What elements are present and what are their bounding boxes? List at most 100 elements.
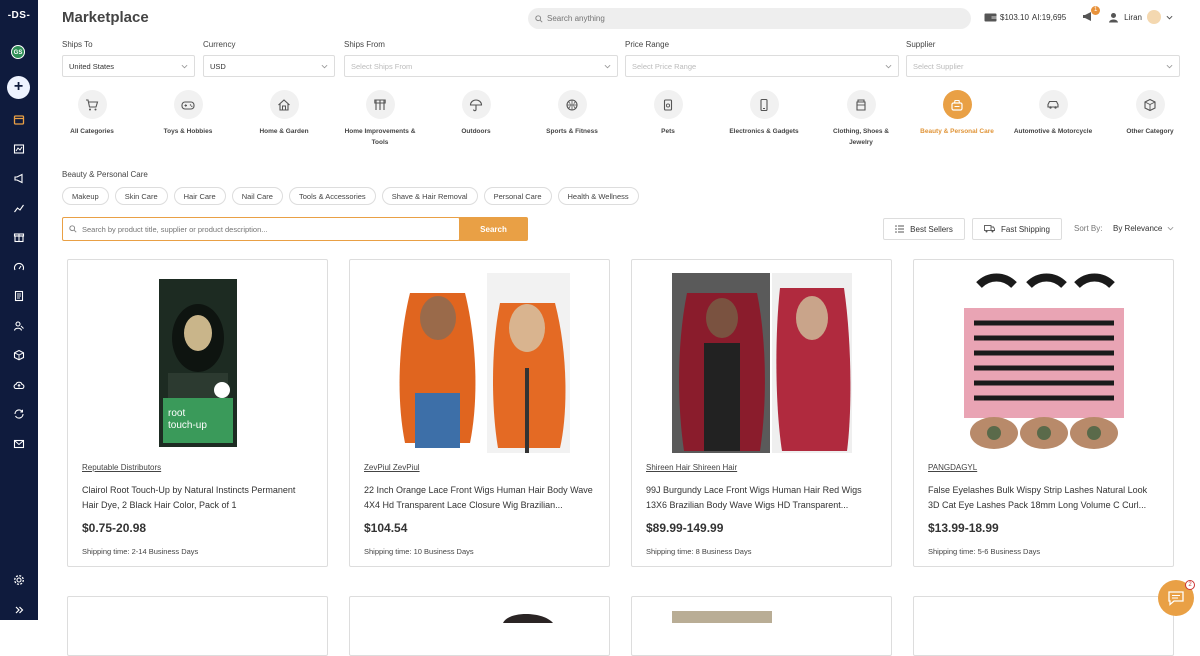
category-label: Home Improvements & Tools	[344, 128, 416, 146]
product-card[interactable]	[631, 596, 892, 656]
users-icon[interactable]	[0, 316, 38, 336]
notifications[interactable]: 1	[1082, 5, 1101, 24]
category-outdoors[interactable]: Outdoors	[436, 90, 516, 137]
product-image[interactable]	[914, 270, 1173, 455]
list-icon	[895, 225, 905, 233]
phone-icon	[749, 90, 779, 119]
megaphone-icon[interactable]	[0, 168, 38, 188]
product-card[interactable]	[349, 596, 610, 656]
product-title[interactable]: Clairol Root Touch-Up by Natural Instinc…	[82, 483, 312, 513]
category-label: Toys & Hobbies	[163, 128, 213, 135]
subcategory-heading: Beauty & Personal Care	[62, 170, 148, 179]
chip-tools-accessories[interactable]: Tools & Accessories	[288, 187, 376, 205]
category-toys-hobbies[interactable]: Toys & Hobbies	[148, 90, 228, 137]
umbrella-icon	[461, 90, 491, 119]
store-avatar[interactable]: GS	[11, 45, 25, 59]
global-search-input[interactable]	[547, 14, 947, 23]
shipping-time: Shipping time: 10 Business Days	[364, 547, 474, 556]
global-search[interactable]	[528, 8, 971, 29]
category-home-improvements[interactable]: Home Improvements & Tools	[340, 90, 420, 148]
settings-icon[interactable]	[0, 570, 38, 590]
chip-hair-care[interactable]: Hair Care	[173, 187, 226, 205]
basketball-icon	[557, 90, 587, 119]
add-button[interactable]: +	[7, 76, 30, 99]
category-pets[interactable]: Pets	[628, 90, 708, 137]
gamepad-icon	[173, 90, 203, 119]
price-range-select[interactable]: Select Price Range	[625, 55, 899, 77]
chip-personal-care[interactable]: Personal Care	[483, 187, 552, 205]
user-icon	[1109, 12, 1119, 22]
product-image[interactable]: root touch-up	[68, 270, 327, 455]
category-home-garden[interactable]: Home & Garden	[244, 90, 324, 137]
user-name: Liran	[1124, 12, 1142, 22]
product-search-input[interactable]	[82, 224, 452, 234]
header-actions: $103.10 AI:19,695 1 Liran	[984, 5, 1173, 24]
product-card[interactable]: root touch-up Reputable Distributors Cla…	[67, 259, 328, 567]
category-sports-fitness[interactable]: Sports & Fitness	[532, 90, 612, 137]
ships-to-value: United States	[69, 61, 115, 71]
product-search-button[interactable]: Search	[459, 217, 528, 241]
currency-label: Currency	[203, 40, 236, 49]
ships-from-label: Ships From	[344, 40, 385, 49]
search-icon	[535, 14, 543, 23]
sort-label: Sort By:	[1074, 224, 1103, 233]
product-image[interactable]	[632, 270, 891, 455]
app-logo[interactable]: -DS-	[0, 10, 38, 21]
analytics-icon[interactable]	[0, 198, 38, 218]
supplier-select[interactable]: Select Supplier	[906, 55, 1180, 77]
user-menu[interactable]: Liran	[1108, 10, 1173, 24]
wallet-icon	[984, 13, 997, 22]
category-clothing[interactable]: Clothing, Shoes & Jewelry	[821, 90, 901, 148]
orders-icon[interactable]	[0, 286, 38, 306]
store-icon[interactable]	[0, 110, 38, 130]
category-label: Beauty & Personal Care	[920, 128, 994, 135]
product-card[interactable]: PANGDAGYL False Eyelashes Bulk Wispy Str…	[913, 259, 1174, 567]
catalog-icon[interactable]	[0, 139, 38, 159]
cloud-upload-icon[interactable]	[0, 375, 38, 395]
wallet[interactable]: $103.10 AI:19,695	[984, 12, 1066, 22]
product-card[interactable]: ZevPiul ZevPiul 22 Inch Orange Lace Fron…	[349, 259, 610, 567]
sync-icon[interactable]	[0, 404, 38, 424]
chip-health-wellness[interactable]: Health & Wellness	[557, 187, 639, 205]
chip-skin-care[interactable]: Skin Care	[114, 187, 168, 205]
box-icon[interactable]	[0, 345, 38, 365]
speedometer-icon[interactable]	[0, 257, 38, 277]
chip-shave-hair-removal[interactable]: Shave & Hair Removal	[381, 187, 478, 205]
chip-nail-care[interactable]: Nail Care	[231, 187, 283, 205]
mail-icon[interactable]	[0, 434, 38, 454]
category-automotive[interactable]: Automotive & Motorcycle	[1013, 90, 1093, 137]
category-all[interactable]: All Categories	[52, 90, 132, 137]
expand-icon[interactable]	[0, 600, 38, 620]
product-image[interactable]	[350, 270, 609, 455]
category-other[interactable]: Other Category	[1110, 90, 1190, 137]
truck-icon	[984, 225, 995, 233]
chip-makeup[interactable]: Makeup	[62, 187, 109, 205]
chat-icon	[1168, 591, 1184, 606]
sort-select[interactable]: By Relevance	[1113, 224, 1174, 233]
supplier-link[interactable]: ZevPiul ZevPiul	[364, 463, 420, 472]
supplier-link[interactable]: Reputable Distributors	[82, 463, 161, 472]
shirt-icon	[846, 90, 876, 119]
gift-icon[interactable]	[0, 227, 38, 247]
chevron-down-icon	[181, 64, 188, 68]
product-title[interactable]: False Eyelashes Bulk Wispy Strip Lashes …	[928, 483, 1158, 513]
product-title[interactable]: 99J Burgundy Lace Front Wigs Human Hair …	[646, 483, 876, 513]
notification-badge: 1	[1091, 5, 1101, 15]
svg-text:touch-up: touch-up	[168, 420, 207, 431]
supplier-link[interactable]: Shireen Hair Shireen Hair	[646, 463, 737, 472]
fast-shipping-button[interactable]: Fast Shipping	[972, 218, 1062, 240]
category-beauty[interactable]: Beauty & Personal Care	[917, 90, 997, 137]
currency-select[interactable]: USD	[203, 55, 335, 77]
product-card[interactable]: Shireen Hair Shireen Hair 99J Burgundy L…	[631, 259, 892, 567]
product-card[interactable]	[913, 596, 1174, 656]
category-electronics[interactable]: Electronics & Gadgets	[724, 90, 804, 137]
category-label: Home & Garden	[259, 128, 309, 135]
ships-from-select[interactable]: Select Ships From	[344, 55, 618, 77]
pet-food-icon	[653, 90, 683, 119]
best-sellers-button[interactable]: Best Sellers	[883, 218, 965, 240]
product-card[interactable]	[67, 596, 328, 656]
ships-to-select[interactable]: United States	[62, 55, 195, 77]
product-title[interactable]: 22 Inch Orange Lace Front Wigs Human Hai…	[364, 483, 594, 513]
supplier-link[interactable]: PANGDAGYL	[928, 463, 977, 472]
product-search[interactable]	[62, 217, 460, 241]
